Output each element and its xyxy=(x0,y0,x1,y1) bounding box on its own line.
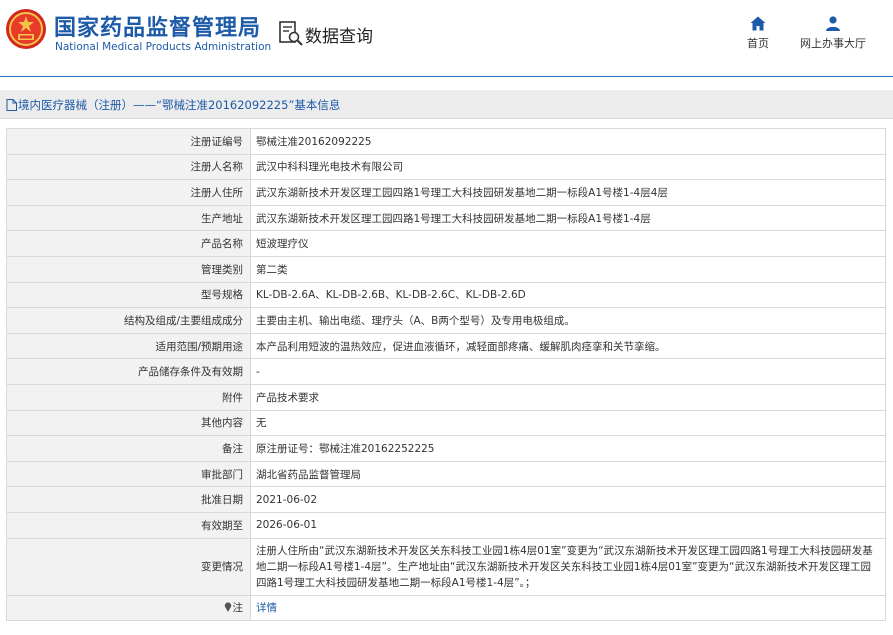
table-row: 注册证编号 鄂械注准20162092225 xyxy=(6,128,886,155)
home-icon xyxy=(750,16,766,31)
field-value: 武汉中科科理光电技术有限公司 xyxy=(250,153,886,181)
nav-online-service-label: 网上办事大厅 xyxy=(800,37,866,50)
field-label: 批准日期 xyxy=(6,486,251,513)
table-row: 其他内容无 xyxy=(6,409,886,437)
table-row: 批准日期 2021-06-02 xyxy=(6,486,886,513)
table-row: 注册人住所 武汉东湖新技术开发区理工园四路1号理工大科技园研发基地二期一标段A1号… xyxy=(6,179,886,206)
field-value: 产品技术要求 xyxy=(250,383,886,411)
table-row-note: 注详情 xyxy=(6,594,886,622)
table-row: 产品储存条件及有效期 - xyxy=(6,358,886,385)
field-value: 原注册证号：鄂械注准20162252225 xyxy=(250,435,886,462)
national-emblem-icon xyxy=(6,9,46,49)
note-label-cell: 注 xyxy=(6,594,251,622)
field-value: 2021-06-02 xyxy=(250,486,886,513)
nav-online-service[interactable]: 网上办事大厅 xyxy=(796,16,870,51)
field-label: 注册人住所 xyxy=(6,179,251,206)
field-value: - xyxy=(250,358,886,385)
document-icon xyxy=(6,99,17,111)
site-name-cn[interactable]: 国家药品监督管理局 xyxy=(54,10,261,42)
field-label: 注册人名称 xyxy=(6,153,251,181)
table-row: 附件 产品技术要求 xyxy=(6,383,886,411)
field-label: 审批部门 xyxy=(6,460,251,488)
note-value-cell: 详情 xyxy=(250,594,886,622)
field-value: KL-DB-2.6A、KL-DB-2.6B、KL-DB-2.6C、KL-DB-2… xyxy=(250,281,886,309)
user-icon xyxy=(826,16,840,31)
field-label: 型号规格 xyxy=(6,281,251,309)
field-value: 武汉东湖新技术开发区理工园四路1号理工大科技园研发基地二期一标段A1号楼1-4层 xyxy=(250,204,886,232)
field-value: 注册人住所由“武汉东湖新技术开发区关东科技工业园1栋4层01室”变更为“武汉东湖… xyxy=(250,537,886,596)
table-row: 适用范围/预期用途 本产品利用短波的温热效应，促进血液循环，减轻面部疼痛、缓解肌肉… xyxy=(6,332,886,360)
field-label: 其他内容 xyxy=(6,409,251,437)
field-label: 有效期至 xyxy=(6,511,251,539)
field-label: 变更情况 xyxy=(6,537,251,596)
field-label: 备注 xyxy=(6,435,251,462)
breadcrumb-text: 境内医疗器械（注册）——“鄂械注准20162092225”基本信息 xyxy=(18,98,341,112)
data-query-label[interactable]: 数据查询 xyxy=(305,22,373,47)
table-row: 有效期至 2026-06-01 xyxy=(6,511,886,539)
field-label: 附件 xyxy=(6,383,251,411)
field-label: 适用范围/预期用途 xyxy=(6,332,251,360)
site-header: 国家药品监督管理局 National Medical Products Admi… xyxy=(0,0,893,77)
field-value: 第二类 xyxy=(250,255,886,283)
breadcrumb-bar: 境内医疗器械（注册）——“鄂械注准20162092225”基本信息 xyxy=(0,90,893,119)
field-value: 2026-06-01 xyxy=(250,511,886,539)
field-label: 注册证编号 xyxy=(6,128,251,155)
field-value: 鄂械注准20162092225 xyxy=(250,128,886,155)
table-row: 管理类别 第二类 xyxy=(6,255,886,283)
table-row: 审批部门 湖北省药品监督管理局 xyxy=(6,460,886,488)
field-value: 本产品利用短波的温热效应，促进血液循环，减轻面部疼痛、缓解肌肉痉挛和关节挛缩。 xyxy=(250,332,886,360)
field-value: 武汉东湖新技术开发区理工园四路1号理工大科技园研发基地二期一标段A1号楼1-4层… xyxy=(250,179,886,206)
details-link[interactable]: 详情 xyxy=(256,602,277,614)
field-value: 短波理疗仪 xyxy=(250,230,886,257)
field-label: 管理类别 xyxy=(6,255,251,283)
note-label: 注 xyxy=(232,602,244,615)
field-label: 结构及组成/主要组成成分 xyxy=(6,307,251,334)
site-name-en[interactable]: National Medical Products Administration xyxy=(55,41,271,53)
table-row: 产品名称 短波理疗仪 xyxy=(6,230,886,257)
breadcrumb: 境内医疗器械（注册）——“鄂械注准20162092225”基本信息 xyxy=(6,97,340,113)
table-row: 型号规格 KL-DB-2.6A、KL-DB-2.6B、KL-DB-2.6C、KL-… xyxy=(6,281,886,309)
table-row: 备注 原注册证号：鄂械注准20162252225 xyxy=(6,435,886,462)
field-label: 产品名称 xyxy=(6,230,251,257)
field-value: 主要由主机、输出电缆、理疗头（A、B两个型号）及专用电极组成。 xyxy=(250,307,886,334)
pin-icon xyxy=(224,602,231,613)
record-table: 注册证编号 鄂械注准20162092225 注册人名称 武汉中科科理光电技术有限公司注… xyxy=(6,128,886,622)
table-row: 注册人名称 武汉中科科理光电技术有限公司 xyxy=(6,153,886,181)
table-row: 变更情况 注册人住所由“武汉东湖新技术开发区关东科技工业园1栋4层01室”变更为“… xyxy=(6,537,886,596)
table-row: 生产地址 武汉东湖新技术开发区理工园四路1号理工大科技园研发基地二期一标段A1号楼… xyxy=(6,204,886,232)
field-label: 生产地址 xyxy=(6,204,251,232)
table-row: 结构及组成/主要组成成分 主要由主机、输出电缆、理疗头（A、B两个型号）及专用电极… xyxy=(6,307,886,334)
nav-home-label: 首页 xyxy=(747,37,769,50)
field-value: 无 xyxy=(250,409,886,437)
field-value: 湖北省药品监督管理局 xyxy=(250,460,886,488)
field-label: 产品储存条件及有效期 xyxy=(6,358,251,385)
data-query-icon xyxy=(279,21,303,46)
nav-home[interactable]: 首页 xyxy=(738,16,778,51)
